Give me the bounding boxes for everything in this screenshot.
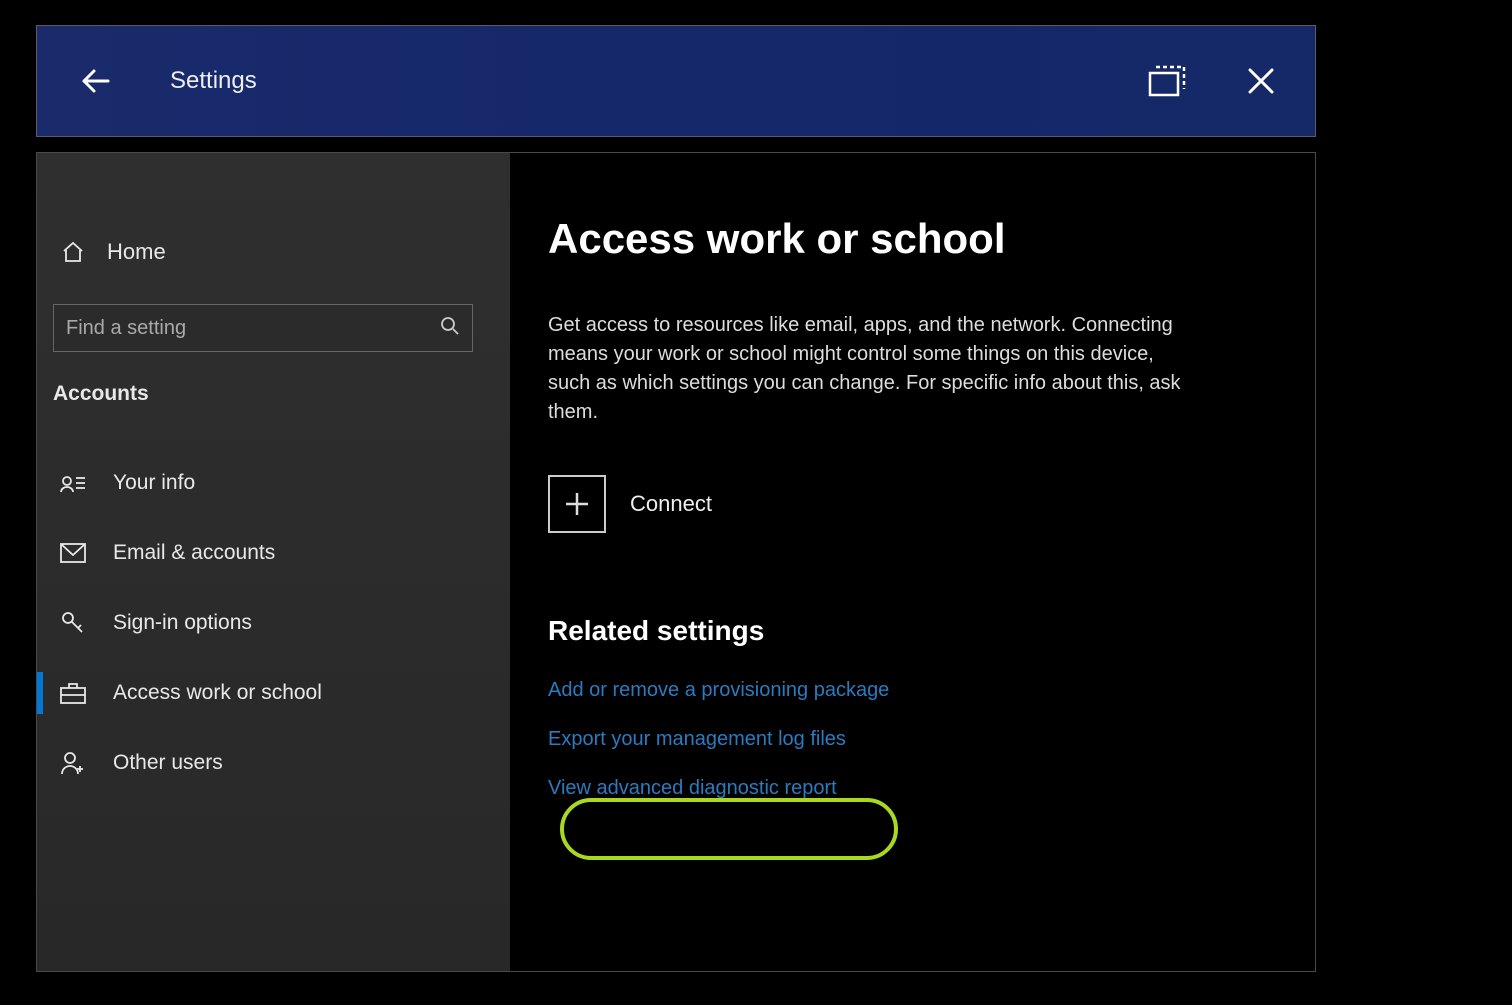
main-panel: Access work or school Get access to reso… xyxy=(510,153,1315,971)
sidebar-item-label: Email & accounts xyxy=(113,541,275,565)
mail-icon xyxy=(59,543,87,563)
key-icon xyxy=(59,610,87,636)
link-export-log-files[interactable]: Export your management log files xyxy=(548,728,846,751)
plus-icon xyxy=(548,475,606,533)
back-arrow-icon xyxy=(78,63,114,99)
page-description: Get access to resources like email, apps… xyxy=(548,311,1198,427)
close-icon xyxy=(1246,66,1276,96)
search-icon xyxy=(440,316,460,341)
connect-button[interactable]: Connect xyxy=(548,475,1315,533)
person-add-icon xyxy=(59,750,87,776)
page-title: Access work or school xyxy=(548,215,1315,263)
sidebar-home-label: Home xyxy=(107,239,166,265)
close-button[interactable] xyxy=(1232,52,1290,110)
related-settings: Related settings Add or remove a provisi… xyxy=(548,615,1315,800)
sidebar-item-label: Sign-in options xyxy=(113,611,252,635)
search-box[interactable] xyxy=(53,304,473,352)
window-stack-icon xyxy=(1146,61,1190,101)
briefcase-icon xyxy=(59,682,87,704)
sidebar-item-label: Access work or school xyxy=(113,681,322,705)
person-card-icon xyxy=(59,472,87,494)
related-heading: Related settings xyxy=(548,615,1315,647)
sidebar-item-email-accounts[interactable]: Email & accounts xyxy=(51,518,510,588)
sidebar-item-label: Your info xyxy=(113,471,195,495)
link-provisioning-package[interactable]: Add or remove a provisioning package xyxy=(548,679,889,702)
back-button[interactable] xyxy=(67,52,125,110)
sidebar-item-your-info[interactable]: Your info xyxy=(51,448,510,518)
titlebar-title: Settings xyxy=(170,67,257,95)
window-switch-button[interactable] xyxy=(1134,52,1202,110)
content-frame: Home Accounts xyxy=(36,152,1316,972)
titlebar: Settings xyxy=(36,25,1316,137)
sidebar-item-label: Other users xyxy=(113,751,223,775)
search-input[interactable] xyxy=(66,317,440,340)
sidebar-item-other-users[interactable]: Other users xyxy=(51,728,510,798)
sidebar-category: Accounts xyxy=(53,382,510,406)
sidebar: Home Accounts xyxy=(37,153,510,971)
sidebar-home[interactable]: Home xyxy=(51,228,510,276)
sidebar-item-signin-options[interactable]: Sign-in options xyxy=(51,588,510,658)
sidebar-item-access-work-school[interactable]: Access work or school xyxy=(51,658,510,728)
connect-label: Connect xyxy=(630,491,712,517)
link-diagnostic-report[interactable]: View advanced diagnostic report xyxy=(548,777,837,800)
home-icon xyxy=(59,240,87,264)
sidebar-nav: Your info Email & accounts xyxy=(51,448,510,798)
